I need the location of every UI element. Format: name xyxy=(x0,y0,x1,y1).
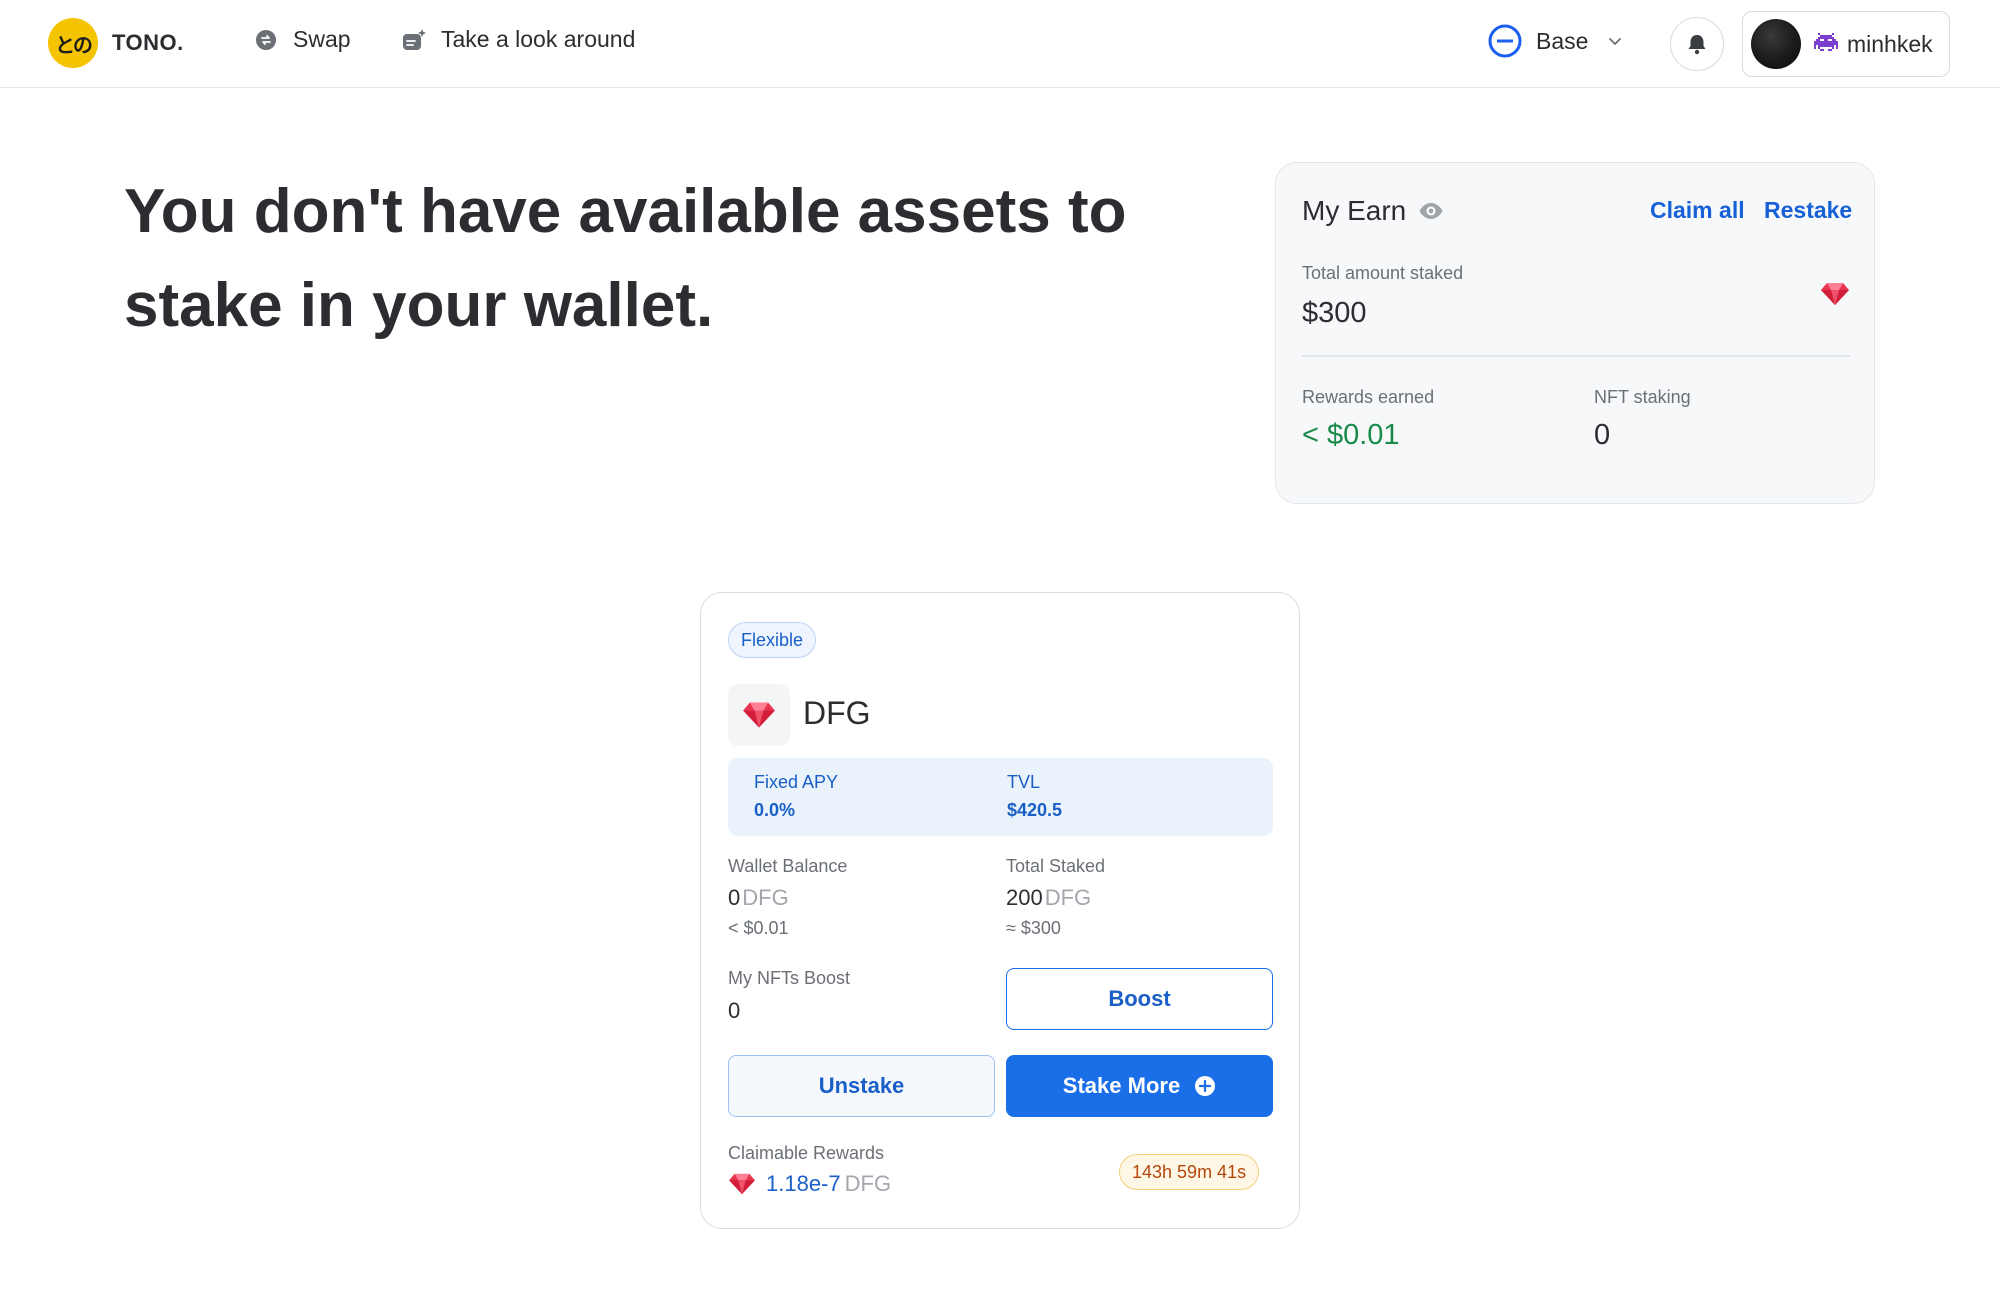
stake-more-label: Stake More xyxy=(1062,1073,1181,1098)
top-header: との TONO. Swap Take a look around Base mi… xyxy=(0,0,2000,88)
plus-circle-icon xyxy=(1195,1076,1216,1096)
wallet-balance-unit: DFG xyxy=(742,885,789,910)
nft-boost-value: 0 xyxy=(728,998,741,1023)
user-account-button[interactable]: minhkek xyxy=(1742,11,1950,77)
total-staked-label: Total amount staked xyxy=(1302,263,1464,283)
restake-link[interactable]: Restake xyxy=(1764,197,1852,224)
claimable-rewards-value: 1.18e-7 xyxy=(766,1171,841,1196)
page-title: You don't have available assets to stake… xyxy=(124,177,1127,340)
gem-icon xyxy=(729,1173,755,1195)
nft-staking-value: 0 xyxy=(1594,419,1611,451)
token-icon-box xyxy=(728,684,790,746)
network-label: Base xyxy=(1536,27,1589,54)
nft-boost-label: My NFTs Boost xyxy=(728,968,851,988)
user-name: minhkek xyxy=(1847,30,1933,57)
boost-button[interactable]: Boost xyxy=(1006,968,1273,1030)
nav-look-label: Take a look around xyxy=(441,26,636,52)
apy-label: Fixed APY xyxy=(754,772,839,792)
stake-pool-card: Flexible DFG Fixed APY 0.0% TVL $420.5 W… xyxy=(700,592,1300,1229)
tvl-value: $420.5 xyxy=(1007,800,1063,820)
apy-value: 0.0% xyxy=(754,800,796,820)
stake-more-button[interactable]: Stake More xyxy=(1006,1055,1273,1117)
eye-icon[interactable] xyxy=(1418,198,1444,224)
avatar xyxy=(1751,19,1801,69)
wallet-balance-usd: < $0.01 xyxy=(728,918,789,938)
total-staked-usd: ≈ $300 xyxy=(1006,918,1061,938)
network-selector[interactable]: Base xyxy=(1488,24,1624,58)
logo[interactable]: との TONO. xyxy=(48,18,184,68)
nav-swap[interactable]: Swap xyxy=(253,26,351,53)
nav-take-a-look[interactable]: Take a look around xyxy=(401,26,635,53)
my-earn-title-text: My Earn xyxy=(1302,195,1407,226)
gem-icon xyxy=(1821,283,1849,305)
total-staked-amount: 200 xyxy=(1006,885,1043,910)
logo-badge: との xyxy=(48,18,98,68)
gem-icon xyxy=(743,702,775,728)
apy-tvl-box: Fixed APY 0.0% TVL $420.5 xyxy=(728,758,1273,836)
wallet-balance-value: 0 DFG xyxy=(728,885,789,911)
countdown-timer-badge: 143h 59m 41s xyxy=(1119,1154,1260,1190)
rewards-earned-label: Rewards earned xyxy=(1302,387,1435,407)
wallet-balance-amount: 0 xyxy=(728,885,741,910)
base-network-icon xyxy=(1488,24,1522,58)
notifications-button[interactable] xyxy=(1670,17,1724,71)
total-staked-value: $300 xyxy=(1302,297,1367,329)
claimable-rewards-unit: DFG xyxy=(844,1171,892,1196)
claimable-rewards-label: Claimable Rewards xyxy=(728,1143,885,1163)
total-staked-unit: DFG xyxy=(1044,885,1092,910)
wallet-balance-label: Wallet Balance xyxy=(728,856,848,876)
my-earn-title: My Earn xyxy=(1302,195,1444,227)
my-earn-card: My Earn Claim all Restake Total amount s… xyxy=(1275,162,1875,504)
pool-type-badge: Flexible xyxy=(728,622,817,658)
bell-icon xyxy=(1688,35,1706,55)
nft-staking-label: NFT staking xyxy=(1594,387,1691,407)
nav-swap-label: Swap xyxy=(293,26,351,52)
unstake-button[interactable]: Unstake xyxy=(728,1055,995,1117)
rewards-earned-value: < $0.01 xyxy=(1302,419,1400,451)
sparkle-card-icon xyxy=(401,27,427,53)
token-name: DFG xyxy=(803,695,871,731)
total-staked-label: Total Staked xyxy=(1006,856,1106,876)
total-staked-value: 200 DFG xyxy=(1006,885,1091,911)
tvl-label: TVL xyxy=(1007,772,1041,792)
alien-monster-icon xyxy=(1813,31,1839,57)
divider xyxy=(1302,355,1850,357)
claim-all-link[interactable]: Claim all xyxy=(1650,197,1745,224)
claimable-rewards-row: 1.18e-7 DFG xyxy=(728,1171,891,1197)
chevron-down-icon xyxy=(1609,38,1622,45)
logo-text: TONO. xyxy=(112,30,184,55)
swap-icon xyxy=(253,27,279,53)
